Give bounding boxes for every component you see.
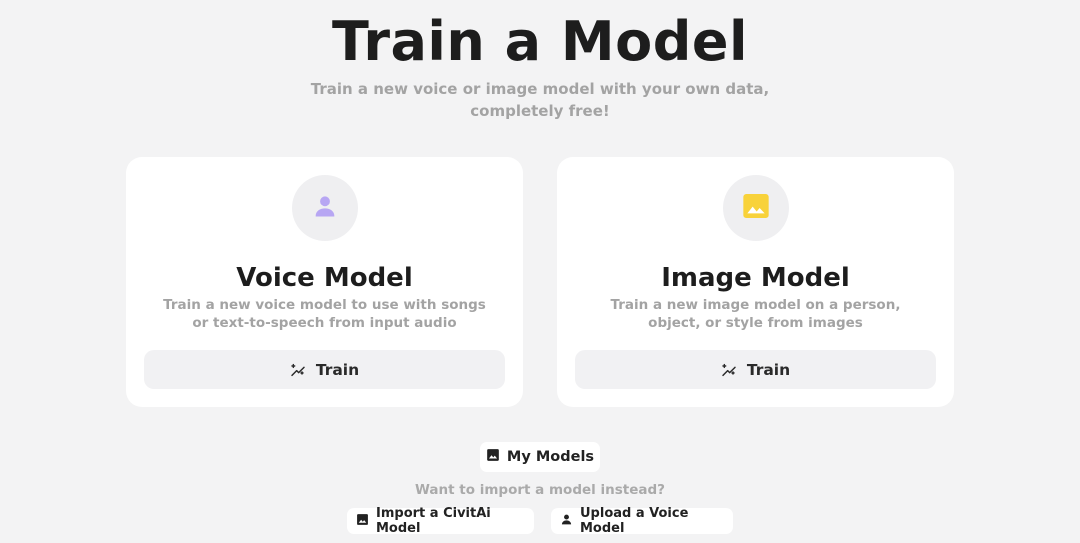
- voice-model-card: Voice Model Train a new voice model to u…: [126, 157, 523, 407]
- my-models-button[interactable]: My Models: [480, 442, 600, 472]
- sparkle-wand-icon: [290, 362, 306, 378]
- voice-model-description: Train a new voice model to use with song…: [163, 297, 486, 331]
- my-models-label: My Models: [506, 449, 595, 465]
- page-title: Train a Model: [331, 10, 749, 73]
- person-icon: [311, 192, 339, 224]
- import-civitai-label: Import a CivitAi Model: [376, 506, 491, 536]
- voice-icon-circle: [292, 175, 358, 241]
- train-button-label: Train: [746, 360, 791, 379]
- train-voice-model-button[interactable]: Train: [144, 350, 505, 389]
- image-icon: [740, 190, 772, 226]
- train-image-model-button[interactable]: Train: [575, 350, 936, 389]
- sparkle-wand-icon: [721, 362, 737, 378]
- upload-voice-label: Upload a Voice Model: [580, 506, 689, 536]
- import-civitai-model-button[interactable]: Import a CivitAi Model: [347, 506, 534, 536]
- person-icon: [560, 513, 573, 530]
- train-button-label: Train: [315, 360, 360, 379]
- import-prompt: Want to import a model instead?: [415, 482, 665, 498]
- image-model-description: Train a new image model on a person, obj…: [610, 297, 901, 331]
- image-icon-circle: [723, 175, 789, 241]
- image-icon: [356, 513, 369, 530]
- page-subtitle: Train a new voice or image model with yo…: [310, 80, 770, 120]
- voice-model-title: Voice Model: [236, 263, 413, 293]
- image-icon: [486, 448, 500, 466]
- image-model-card: Image Model Train a new image model on a…: [557, 157, 954, 407]
- train-model-page: Train a Model Train a new voice or image…: [0, 0, 1080, 543]
- image-model-title: Image Model: [661, 263, 850, 293]
- upload-voice-model-button[interactable]: Upload a Voice Model: [551, 506, 733, 536]
